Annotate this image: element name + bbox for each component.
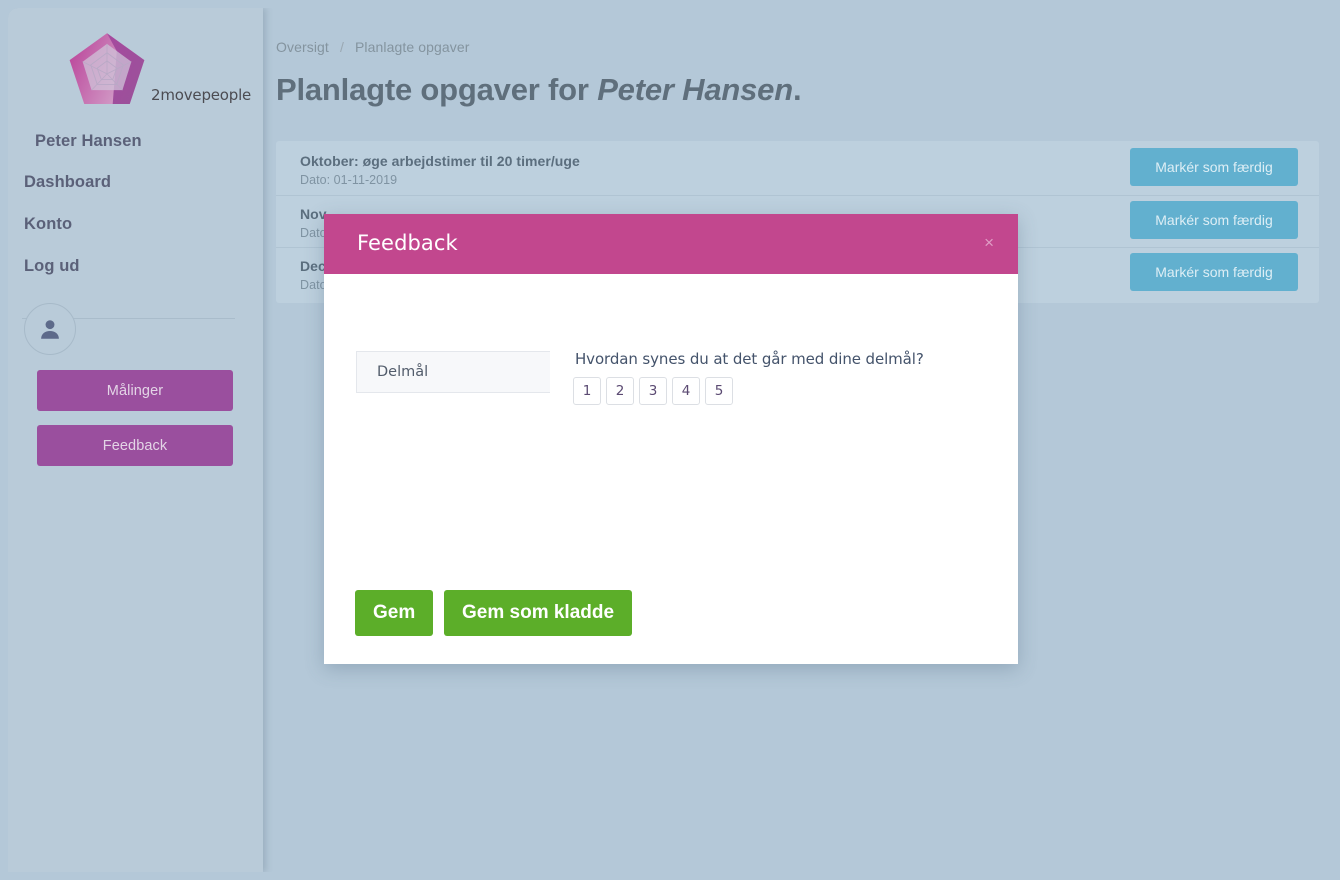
brand-wordmark: 2movepeople <box>151 86 252 104</box>
delmaal-field-label: Delmål <box>356 351 550 393</box>
feedback-question: Hvordan synes du at det går med dine del… <box>575 350 924 368</box>
page-title-prefix: Planlagte opgaver for <box>276 72 598 107</box>
rating-option-5[interactable]: 5 <box>705 377 733 405</box>
modal-footer: Gem Gem som kladde <box>324 590 1018 664</box>
modal-title: Feedback <box>357 231 458 255</box>
rating-option-1[interactable]: 1 <box>573 377 601 405</box>
pentagon-radar-logo-icon <box>69 33 145 104</box>
sidebar: 2movepeople Peter Hansen Dashboard Konto… <box>8 8 263 872</box>
sidebar-button-feedback[interactable]: Feedback <box>37 425 233 466</box>
user-silhouette-icon <box>41 320 59 339</box>
mark-done-button[interactable]: Markér som færdig <box>1130 253 1298 291</box>
app-root: 2movepeople Peter Hansen Dashboard Konto… <box>0 0 1340 880</box>
rating-option-3[interactable]: 3 <box>639 377 667 405</box>
save-button[interactable]: Gem <box>355 590 434 636</box>
breadcrumb-separator: / <box>339 39 344 55</box>
save-draft-button[interactable]: Gem som kladde <box>444 590 633 636</box>
rating-scale: 1 2 3 4 5 <box>573 377 733 405</box>
page-title-name: Peter Hansen <box>597 72 793 107</box>
modal-body: Delmål Hvordan synes du at det går med d… <box>324 274 1018 604</box>
avatar[interactable] <box>24 303 76 355</box>
sidebar-item-logout[interactable]: Log ud <box>24 257 80 276</box>
page-title-suffix: . <box>792 72 802 107</box>
breadcrumb-current: Planlagte opgaver <box>354 39 470 55</box>
page-title: Planlagte opgaver for Peter Hansen. <box>276 72 802 108</box>
modal-header: Feedback × <box>324 214 1018 274</box>
feedback-modal: Feedback × Delmål Hvordan synes du at de… <box>324 214 1018 664</box>
mark-done-button[interactable]: Markér som færdig <box>1130 200 1298 239</box>
breadcrumb: Oversigt / Planlagte opgaver <box>276 39 470 55</box>
breadcrumb-root[interactable]: Oversigt <box>276 39 329 55</box>
sidebar-item-konto[interactable]: Konto <box>24 215 72 234</box>
mark-done-button[interactable]: Markér som færdig <box>1130 148 1298 186</box>
rating-option-4[interactable]: 4 <box>672 377 700 405</box>
table-row: Oktober: øge arbejdstimer til 20 timer/u… <box>276 143 1319 196</box>
brand-logo[interactable]: 2movepeople <box>8 30 263 122</box>
rating-option-2[interactable]: 2 <box>606 377 634 405</box>
close-icon[interactable]: × <box>984 233 994 253</box>
sidebar-item-dashboard[interactable]: Dashboard <box>24 173 111 192</box>
sidebar-button-maalinger[interactable]: Målinger <box>37 370 233 411</box>
sidebar-user-name: Peter Hansen <box>35 132 142 150</box>
